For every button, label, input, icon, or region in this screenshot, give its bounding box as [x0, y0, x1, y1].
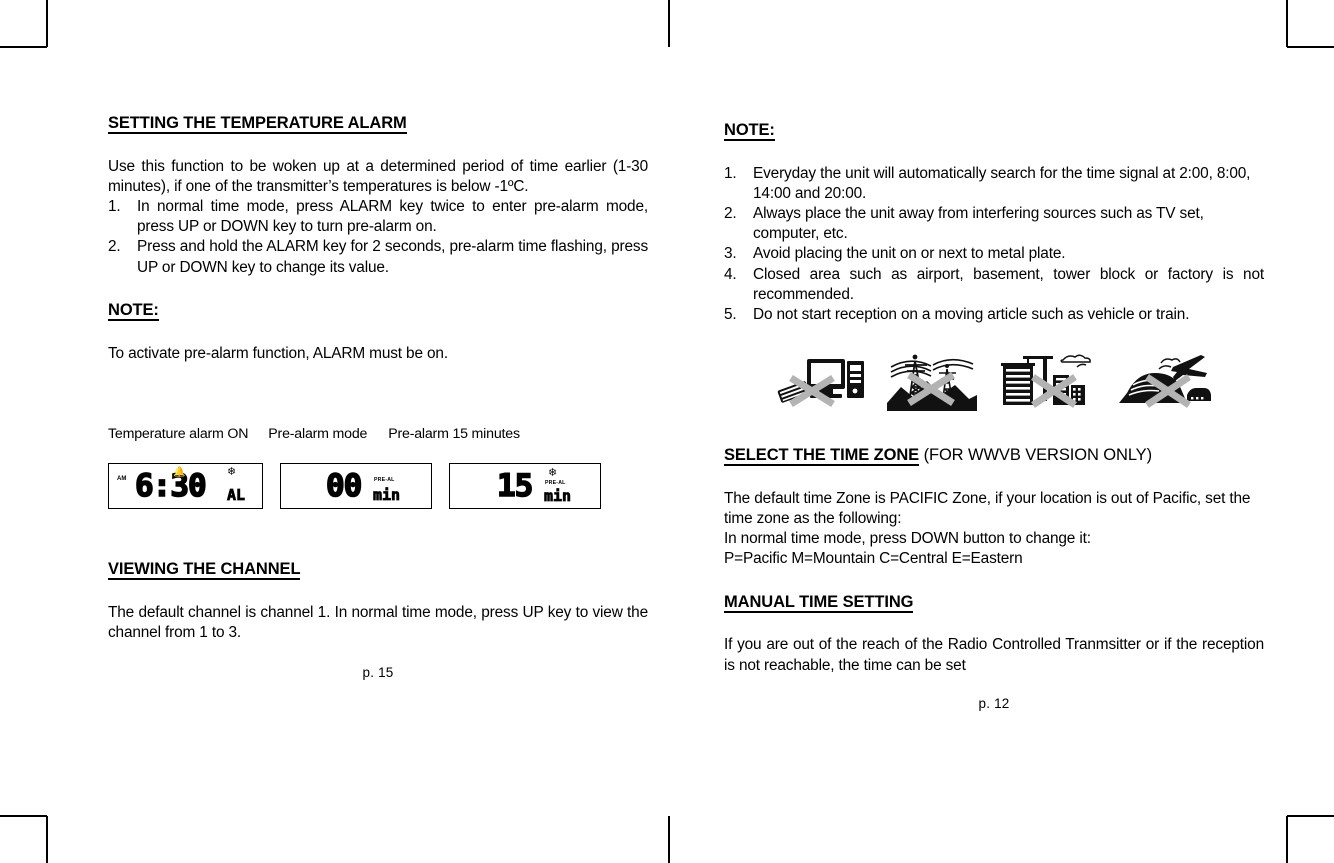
lcd-label-pre-al: PRE-AL	[545, 479, 566, 486]
lcd-caption-pre-alarm-mode: Pre-alarm mode	[268, 425, 368, 442]
page-number-right: p. 12	[978, 695, 1010, 711]
lcd-digits-pre-alarm-15: 15	[496, 467, 534, 504]
tv-computer-prohibited-icon	[777, 359, 864, 408]
airport-aircraft-prohibited-icon	[1119, 355, 1211, 409]
lcd-label-pre-al: PRE-AL	[374, 476, 395, 483]
paragraph-timezone-change: In normal time mode, press DOWN button t…	[724, 530, 1091, 548]
lcd-caption-pre-alarm-15-minutes: Pre-alarm 15 minutes	[388, 425, 520, 442]
lcd-caption-row: Temperature alarm ON Pre-alarm mode Pre-al…	[108, 426, 648, 442]
note-item-4: 4. Closed area such as airport, basement…	[724, 265, 1264, 305]
right-page: NOTE: 1. Everyday the unit will automati…	[724, 120, 1264, 711]
paragraph-timezone-legend: P=Pacific M=Mountain C=Central E=Eastern	[724, 550, 1023, 568]
lcd-panel-row: AM 6:30 🔔 ❄ AL 00 PRE-AL min 15 ❄ PRE-AL…	[108, 462, 648, 509]
left-heading-viewing-channel-wrap: VIEWING THE CHANNEL	[108, 559, 648, 581]
page-number-left: p. 15	[362, 664, 394, 680]
note-item-2-number: 2.	[724, 205, 737, 223]
note-item-3-text: Avoid placing the unit on or next to met…	[753, 245, 1066, 263]
lcd-panel-temperature-alarm-on: AM 6:30 🔔 ❄ AL	[108, 462, 263, 509]
crop-mark-top-center	[668, 0, 670, 47]
bell-icon: 🔔	[173, 466, 186, 478]
right-heading-timezone-wrap: SELECT THE TIME ZONE (FOR WWVB VERSION O…	[724, 445, 1264, 467]
heading-select-the-time-zone-suffix: (FOR WWVB VERSION ONLY)	[919, 446, 1153, 465]
left-page: SETTING THE TEMPERATURE ALARM Use this f…	[108, 113, 648, 680]
note-item-3-number: 3.	[724, 245, 737, 263]
crop-mark-bottom-right-horizontal	[1287, 815, 1334, 817]
paragraph-viewing-the-channel: The default channel is channel 1. In nor…	[108, 603, 648, 641]
paragraph-timezone-default: The default time Zone is PACIFIC Zone, i…	[724, 489, 1251, 528]
list-item-step-1-text: In normal time mode, press ALARM key twi…	[137, 198, 648, 236]
right-note-heading-wrap: NOTE:	[724, 120, 1264, 142]
crop-mark-bottom-center	[668, 816, 670, 863]
heading-note-left: NOTE:	[108, 300, 159, 321]
heading-viewing-the-channel: VIEWING THE CHANNEL	[108, 559, 301, 580]
list-item-step-2: 2. Press and hold the ALARM key for 2 se…	[108, 237, 648, 277]
lcd-unit-min: min	[373, 485, 401, 504]
heading-note-right: NOTE:	[724, 121, 775, 141]
paragraph-temperature-alarm-intro: Use this function to be woken up at a de…	[108, 157, 648, 195]
left-heading-setting-temperature-alarm-wrap: SETTING THE TEMPERATURE ALARM	[108, 113, 648, 135]
note-item-5-text: Do not start reception on a moving artic…	[753, 306, 1190, 323]
pictogram-row	[724, 351, 1264, 412]
paragraph-manual-time-setting: If you are out of the reach of the Radio…	[724, 636, 1264, 674]
crop-mark-bottom-left-vertical	[46, 816, 48, 863]
heading-select-the-time-zone: SELECT THE TIME ZONE	[724, 446, 920, 467]
crop-mark-top-right-vertical	[1286, 0, 1288, 47]
note-item-2-text: Always place the unit away from interfer…	[753, 205, 1204, 243]
left-note-heading-wrap: NOTE:	[108, 300, 648, 322]
note-item-5-number: 5.	[724, 306, 737, 323]
power-lines-prohibited-icon	[887, 354, 977, 412]
crop-mark-bottom-right-vertical	[1286, 816, 1288, 863]
crop-mark-top-right-horizontal	[1287, 46, 1334, 48]
buildings-construction-prohibited-icon	[1001, 354, 1091, 409]
lcd-digits-time: 6:30	[134, 467, 207, 504]
note-item-1-number: 1.	[724, 164, 737, 182]
list-item-step-2-number: 2.	[108, 238, 121, 256]
lcd-caption-temperature-alarm-on: Temperature alarm ON	[108, 425, 249, 442]
crop-mark-top-left-horizontal	[0, 46, 47, 48]
note-item-1: 1. Everyday the unit will automatically …	[724, 164, 1264, 204]
snowflake-icon: ❄	[548, 466, 558, 479]
note-item-2: 2. Always place the unit away from inter…	[724, 204, 1264, 244]
crop-mark-top-left-vertical	[46, 0, 48, 47]
lcd-am-indicator: AM	[117, 475, 127, 482]
heading-manual-time-setting: MANUAL TIME SETTING	[724, 592, 914, 613]
heading-setting-the-temperature-alarm: SETTING THE TEMPERATURE ALARM	[108, 114, 407, 134]
note-item-1-text: Everyday the unit will automatically sea…	[753, 164, 1251, 202]
note-item-4-text: Closed area such as airport, basement, t…	[753, 265, 1264, 303]
list-item-step-1-number: 1.	[108, 198, 121, 216]
right-heading-manual-wrap: MANUAL TIME SETTING	[724, 592, 1264, 614]
note-item-5: 5. Do not start reception on a moving ar…	[724, 305, 1264, 325]
lcd-unit-min: min	[544, 486, 572, 505]
list-item-step-1: 1. In normal time mode, press ALARM key …	[108, 197, 648, 237]
snowflake-icon: ❄	[227, 465, 237, 478]
note-item-3: 3. Avoid placing the unit on or next to …	[724, 244, 1264, 264]
lcd-digits-pre-alarm-minutes: 00	[325, 467, 363, 504]
lcd-panel-pre-alarm-15-minutes: 15 ❄ PRE-AL min	[449, 462, 601, 509]
list-item-step-2-text: Press and hold the ALARM key for 2 secon…	[137, 238, 648, 276]
lcd-panel-pre-alarm-mode: 00 PRE-AL min	[280, 462, 432, 509]
paragraph-note-left: To activate pre-alarm function, ALARM mu…	[108, 344, 448, 362]
crop-mark-bottom-left-horizontal	[0, 815, 47, 817]
note-item-4-number: 4.	[724, 265, 737, 283]
lcd-suffix-al: AL	[227, 485, 246, 504]
